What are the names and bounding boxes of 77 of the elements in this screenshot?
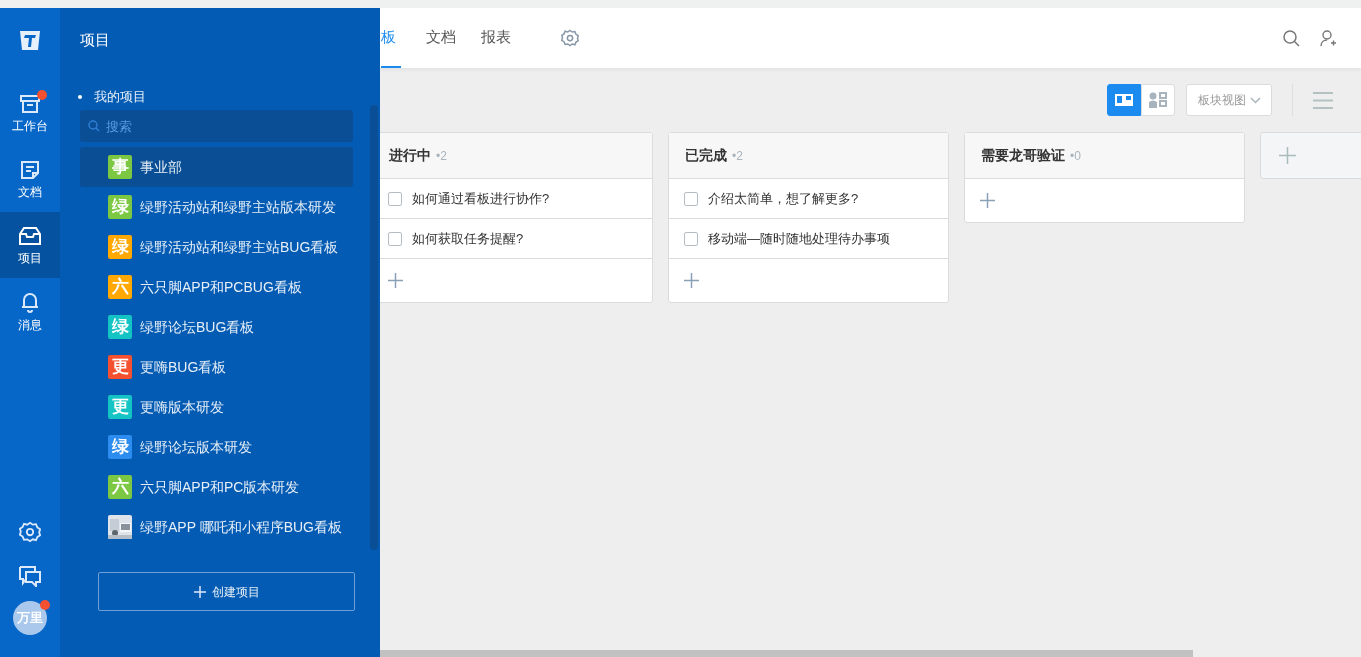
project-name: 更嗨版本研发 xyxy=(140,397,224,417)
nav-item[interactable]: 文档 xyxy=(0,146,60,212)
project-item[interactable]: 绿野APP 哪吒和小程序BUG看板 xyxy=(80,507,353,547)
bullet-icon xyxy=(78,95,82,99)
task-count: •2 xyxy=(732,147,743,165)
column-title: 进行中 xyxy=(389,146,431,165)
project-icon: 绿 xyxy=(108,235,132,259)
project-icon: 六 xyxy=(108,275,132,299)
scrollbar[interactable] xyxy=(380,650,1193,657)
project-item[interactable]: 绿 绿野活动站和绿野主站BUG看板 xyxy=(80,227,353,267)
menu-icon[interactable] xyxy=(1313,91,1333,109)
scrollbar[interactable] xyxy=(370,105,378,550)
section-heading: 我的项目 xyxy=(94,88,146,107)
task-count: •0 xyxy=(1070,147,1081,165)
nav-item[interactable]: 消息 xyxy=(0,278,60,344)
search-icon[interactable] xyxy=(1283,29,1300,47)
project-name: 六只脚APP和PC版本研发 xyxy=(140,477,300,497)
project-icon: 六 xyxy=(108,475,132,499)
member-view-icon xyxy=(1148,92,1168,108)
archive-icon xyxy=(19,93,41,115)
project-name: 事业部 xyxy=(140,157,182,177)
project-name: 绿野论坛BUG看板 xyxy=(140,317,255,337)
bell-icon xyxy=(19,290,41,314)
chevron-down-icon xyxy=(1249,96,1261,104)
board-view-icon xyxy=(1115,94,1133,106)
column-title: 已完成 xyxy=(685,146,727,165)
create-project-button[interactable]: 创建项目 xyxy=(98,572,355,611)
checkbox[interactable] xyxy=(388,191,402,206)
tab[interactable]: 板 xyxy=(381,8,401,68)
tab[interactable]: 报表 xyxy=(481,8,511,68)
view-toggle[interactable] xyxy=(1107,84,1141,116)
checkbox[interactable] xyxy=(388,231,402,246)
nav-item[interactable]: 项目 xyxy=(0,212,60,278)
add-user-icon[interactable] xyxy=(1320,29,1337,47)
project-icon: 绿 xyxy=(108,195,132,219)
project-name: 绿野APP 哪吒和小程序BUG看板 xyxy=(140,517,342,537)
project-name: 六只脚APP和PCBUG看板 xyxy=(140,277,302,297)
chat-icon[interactable] xyxy=(18,565,42,587)
tab[interactable]: 文档 xyxy=(426,8,456,68)
column-title: 需要龙哥验证 xyxy=(981,146,1065,165)
project-item[interactable]: 事 事业部 xyxy=(80,147,353,187)
add-task-icon[interactable] xyxy=(980,193,995,208)
task-title[interactable]: 介绍太简单，想了解更多? xyxy=(708,188,859,209)
checkbox[interactable] xyxy=(684,191,698,206)
project-icon: 绿 xyxy=(108,435,132,459)
plus-icon xyxy=(1279,147,1296,164)
project-name: 绿野活动站和绿野主站版本研发 xyxy=(140,197,336,217)
drawer-title: 项目 xyxy=(79,30,111,50)
settings-icon[interactable] xyxy=(561,29,579,47)
task-title[interactable]: 如何通过看板进行协作? xyxy=(412,188,550,209)
plus-icon xyxy=(193,585,206,598)
note-icon xyxy=(19,159,41,181)
task-title[interactable]: 移动端—随时随地处理待办事项 xyxy=(708,228,890,249)
project-item[interactable]: 六 六只脚APP和PC版本研发 xyxy=(80,467,353,507)
project-icon: 更 xyxy=(108,355,132,379)
project-item[interactable]: 更 更嗨BUG看板 xyxy=(80,347,353,387)
inbox-icon xyxy=(18,225,42,247)
project-name: 绿野活动站和绿野主站BUG看板 xyxy=(140,237,339,257)
project-icon: 绿 xyxy=(108,315,132,339)
add-task-icon[interactable] xyxy=(388,273,403,288)
project-name: 绿野论坛版本研发 xyxy=(140,437,252,457)
project-item[interactable]: 绿 绿野活动站和绿野主站版本研发 xyxy=(80,187,353,227)
checkbox[interactable] xyxy=(684,231,698,246)
search-field[interactable]: 搜索 xyxy=(80,110,353,142)
project-icon: 更 xyxy=(108,395,132,419)
project-name: 更嗨BUG看板 xyxy=(140,357,227,377)
task-title[interactable]: 如何获取任务提醒? xyxy=(412,228,524,249)
project-item[interactable]: 更 更嗨版本研发 xyxy=(80,387,353,427)
add-task-icon[interactable] xyxy=(684,273,699,288)
logo-icon[interactable] xyxy=(18,28,42,52)
project-item[interactable]: 绿 绿野论坛版本研发 xyxy=(80,427,353,467)
project-icon: 事 xyxy=(108,155,132,179)
search-icon xyxy=(88,120,100,132)
task-count: •2 xyxy=(436,147,447,165)
project-item[interactable]: 六 六只脚APP和PCBUG看板 xyxy=(80,267,353,307)
nav-item[interactable]: 工作台 xyxy=(0,80,60,146)
project-item[interactable]: 绿 绿野论坛BUG看板 xyxy=(80,307,353,347)
